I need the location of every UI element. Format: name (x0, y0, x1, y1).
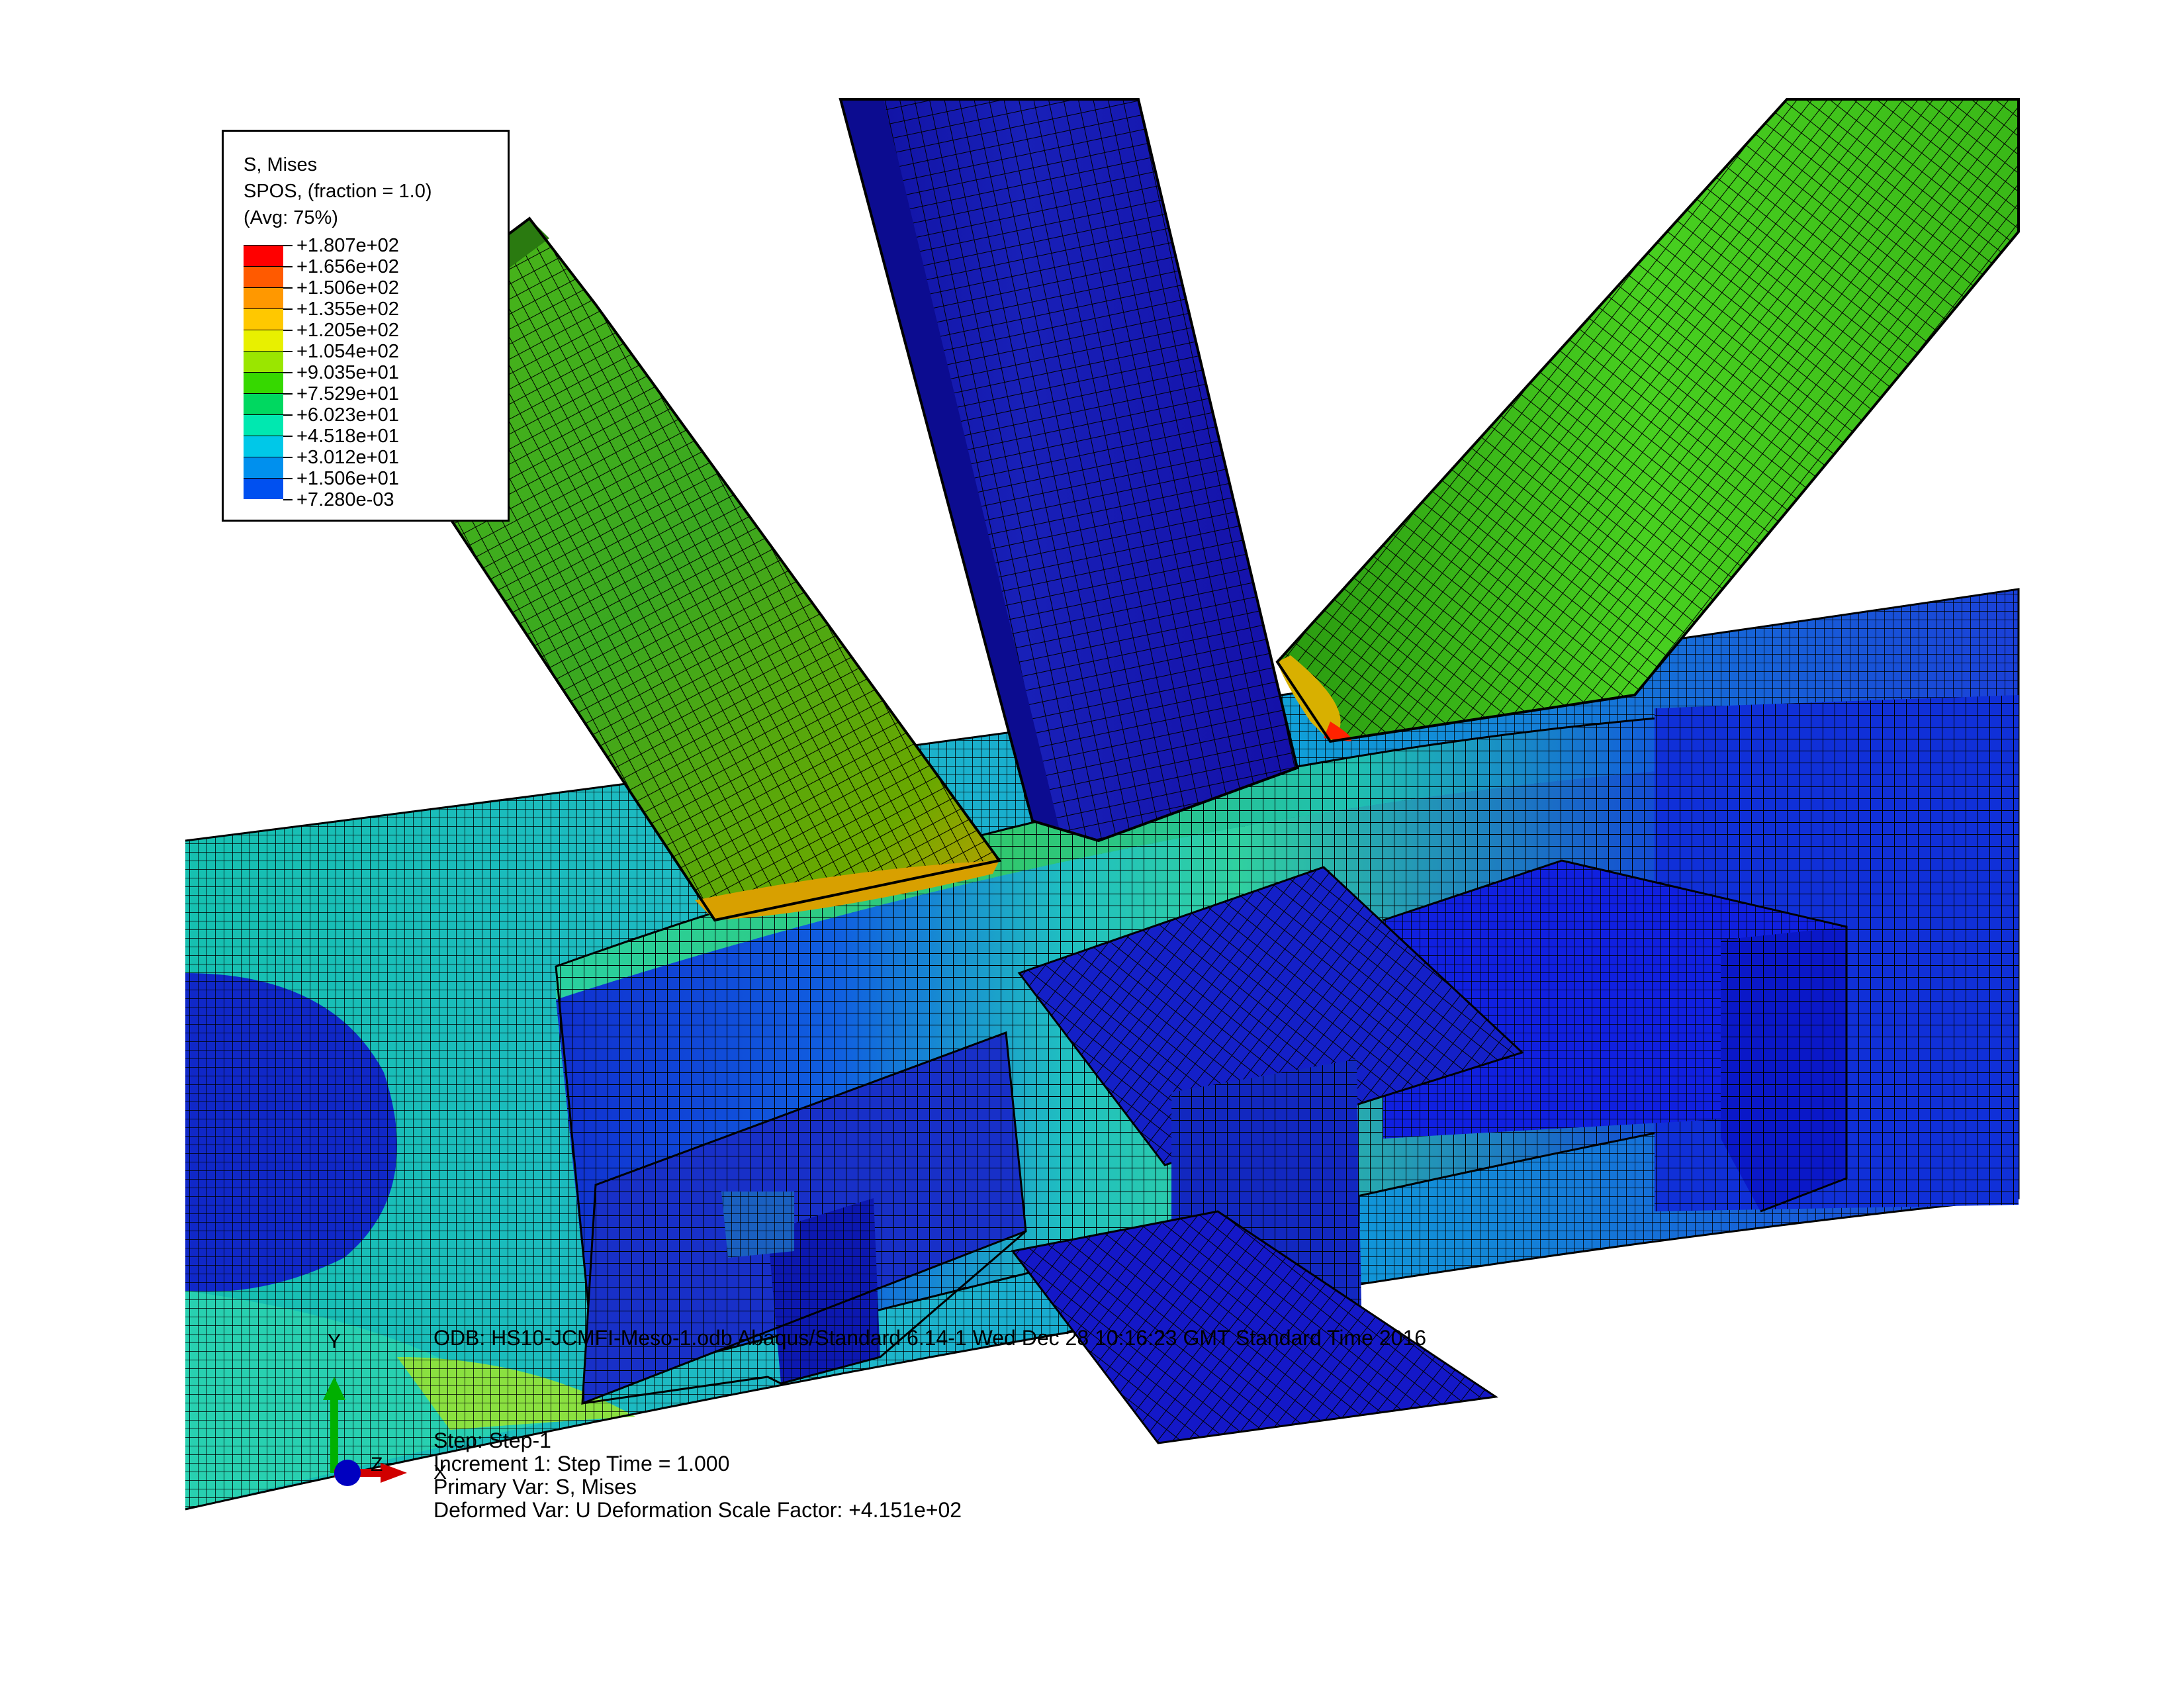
legend-value: +1.205e+02 (296, 320, 399, 341)
legend-swatch (244, 351, 283, 372)
legend-value: +7.529e+01 (296, 383, 399, 404)
legend-tick (283, 245, 293, 246)
increment-info-line: Increment 1: Step Time = 1.000 (433, 1452, 730, 1476)
legend-swatch (244, 478, 283, 499)
middle-brace-member (839, 98, 1299, 843)
legend-value: +3.012e+01 (296, 447, 399, 468)
legend-value: +1.054e+02 (296, 341, 399, 362)
legend-value: +6.023e+01 (296, 404, 399, 426)
legend-tick (283, 372, 293, 373)
legend-tick (283, 393, 293, 395)
legend-title: S, Mises (244, 154, 318, 175)
primary-var-line: Primary Var: S, Mises (433, 1475, 637, 1499)
z-axis-marker (334, 1460, 361, 1486)
legend-tick (283, 436, 293, 437)
legend-value: +1.506e+02 (296, 277, 399, 299)
legend-swatch (244, 436, 283, 457)
legend-value: +1.656e+02 (296, 256, 399, 277)
legend-tick (283, 499, 293, 500)
legend-swatch (244, 414, 283, 436)
legend-tick (283, 351, 293, 352)
legend-section-point: SPOS, (fraction = 1.0) (244, 181, 432, 202)
odb-info-line: ODB: HS10-JCMFI-Meso-1.odb Abaqus/Standa… (433, 1326, 1427, 1350)
legend-tick (283, 330, 293, 331)
legend-value: +7.280e-03 (296, 489, 394, 510)
legend-swatch (244, 287, 283, 308)
legend-value: +1.506e+01 (296, 468, 399, 489)
contour-legend[interactable]: S, Mises SPOS, (fraction = 1.0) (Avg: 75… (222, 130, 510, 522)
x-axis-arrowhead (381, 1463, 407, 1483)
y-axis-arrowhead (323, 1377, 345, 1400)
legend-swatch (244, 308, 283, 330)
legend-tick (283, 287, 293, 289)
legend-tick (283, 414, 293, 416)
legend-swatch (244, 266, 283, 287)
legend-value: +1.807e+02 (296, 235, 399, 256)
legend-value: +4.518e+01 (296, 426, 399, 447)
legend-swatch (244, 330, 283, 351)
legend-tick (283, 478, 293, 479)
legend-value: +1.355e+02 (296, 299, 399, 320)
step-info-line: Step: Step-1 (433, 1429, 551, 1452)
legend-averaging: (Avg: 75%) (244, 207, 338, 228)
legend-tick (283, 266, 293, 267)
legend-swatch (244, 245, 283, 266)
legend-value: +9.035e+01 (296, 362, 399, 383)
triad-z-label: Z (371, 1454, 383, 1476)
legend-swatch (244, 393, 283, 414)
legend-swatch (244, 457, 283, 478)
triad-y-label: Y (328, 1331, 341, 1352)
legend-tick (283, 457, 293, 458)
legend-swatch (244, 372, 283, 393)
deformed-var-line: Deformed Var: U Deformation Scale Factor… (433, 1498, 962, 1522)
legend-tick (283, 308, 293, 310)
